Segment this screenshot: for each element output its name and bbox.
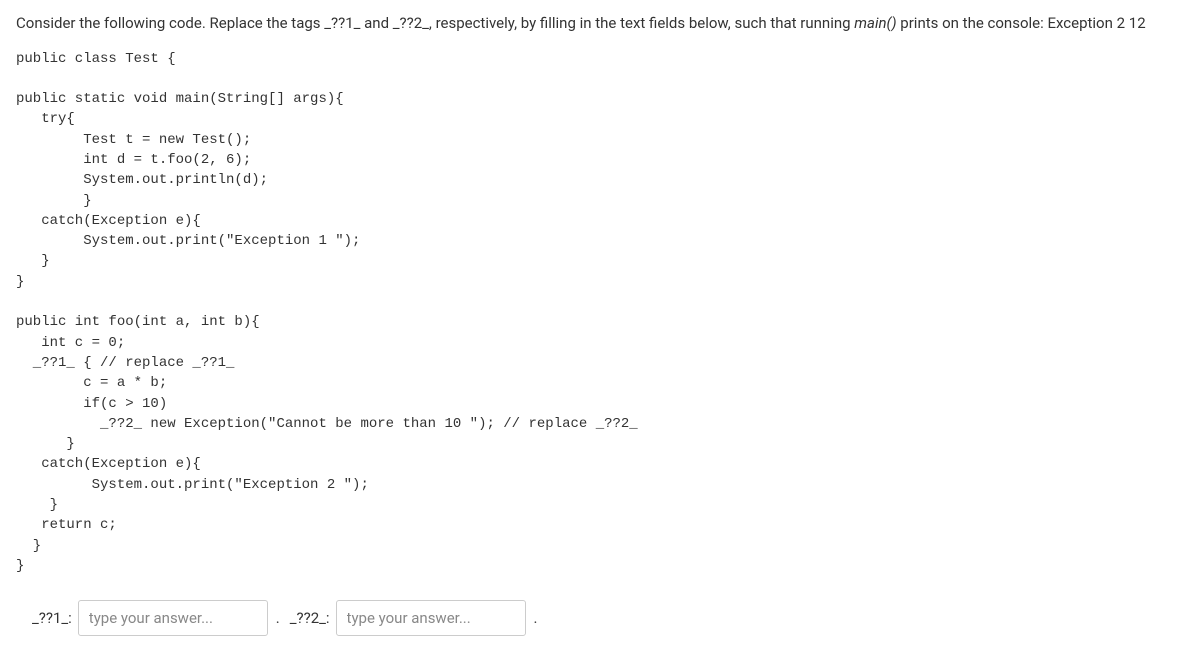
code-block: public class Test { public static void m… [16, 49, 1184, 577]
instruction-suffix: prints on the console: Exception 2 12 [897, 14, 1146, 32]
instruction-text: Consider the following code. Replace the… [16, 12, 1184, 35]
answer2-input[interactable] [336, 600, 526, 636]
answer-row: _??1_: . _??2_: . [16, 600, 1184, 636]
separator-1: . [276, 607, 280, 630]
answer1-label: _??1_: [32, 607, 72, 630]
answer2-label: _??2_: [290, 607, 330, 630]
instruction-prefix: Consider the following code. Replace the… [16, 14, 854, 32]
answer1-input[interactable] [78, 600, 268, 636]
instruction-italic: main() [854, 14, 896, 32]
separator-2: . [534, 607, 538, 630]
